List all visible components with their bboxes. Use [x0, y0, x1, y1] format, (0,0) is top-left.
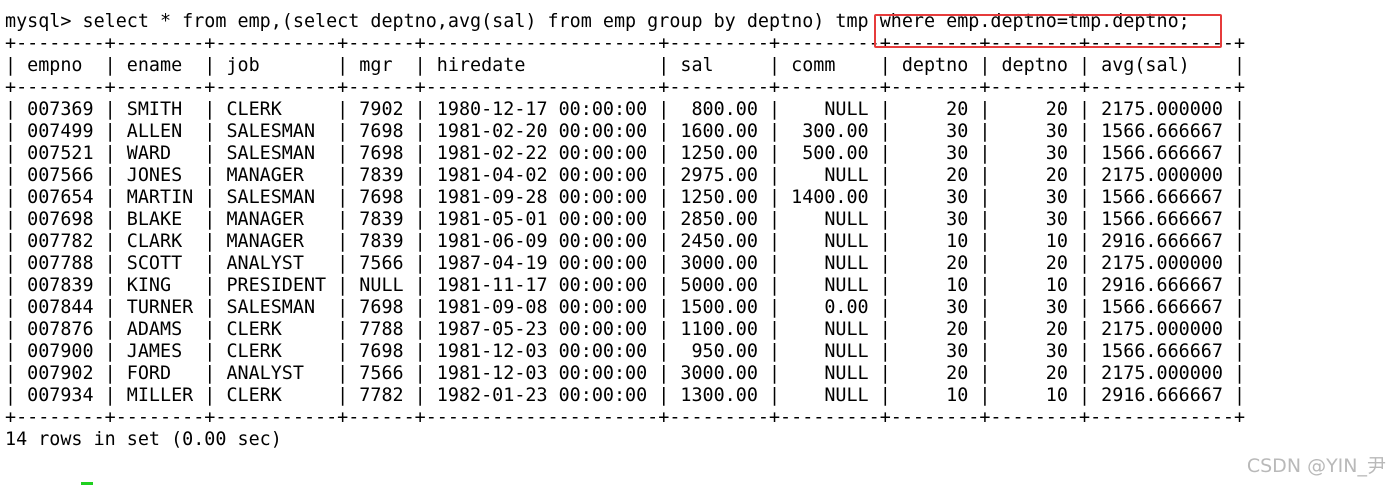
- terminal-cursor: [81, 482, 93, 485]
- table-row: | 007566 | JONES | MANAGER | 7839 | 1981…: [5, 165, 1246, 186]
- result-summary: 14 rows in set (0.00 sec): [5, 429, 282, 450]
- table-row: | 007844 | TURNER | SALESMAN | 7698 | 19…: [5, 297, 1246, 318]
- table-row: | 007369 | SMITH | CLERK | 7902 | 1980-1…: [5, 99, 1246, 120]
- table-row: | 007900 | JAMES | CLERK | 7698 | 1981-1…: [5, 341, 1246, 362]
- table-row: | 007698 | BLAKE | MANAGER | 7839 | 1981…: [5, 209, 1246, 230]
- table-row: | 007876 | ADAMS | CLERK | 7788 | 1987-0…: [5, 319, 1246, 340]
- table-row: | 007499 | ALLEN | SALESMAN | 7698 | 198…: [5, 121, 1246, 142]
- table-row: | 007788 | SCOTT | ANALYST | 7566 | 1987…: [5, 253, 1246, 274]
- terminal-output: mysql> select * from emp,(select deptno,…: [5, 11, 1385, 451]
- table-border: +--------+--------+-----------+------+--…: [5, 77, 1246, 98]
- table-row: | 007934 | MILLER | CLERK | 7782 | 1982-…: [5, 385, 1246, 406]
- where-clause-highlight-box: [874, 14, 1222, 48]
- table-border: +--------+--------+-----------+------+--…: [5, 407, 1246, 428]
- result-table: +--------+--------+-----------+------+--…: [5, 33, 1385, 429]
- table-row: | 007839 | KING | PRESIDENT | NULL | 198…: [5, 275, 1246, 296]
- table-row: | 007782 | CLARK | MANAGER | 7839 | 1981…: [5, 231, 1246, 252]
- table-row: | 007902 | FORD | ANALYST | 7566 | 1981-…: [5, 363, 1246, 384]
- csdn-watermark: CSDN @YIN_尹: [1246, 455, 1386, 477]
- table-row: | 007521 | WARD | SALESMAN | 7698 | 1981…: [5, 143, 1246, 164]
- table-header-row: | empno | ename | job | mgr | hiredate |…: [5, 55, 1246, 76]
- table-row: | 007654 | MARTIN | SALESMAN | 7698 | 19…: [5, 187, 1246, 208]
